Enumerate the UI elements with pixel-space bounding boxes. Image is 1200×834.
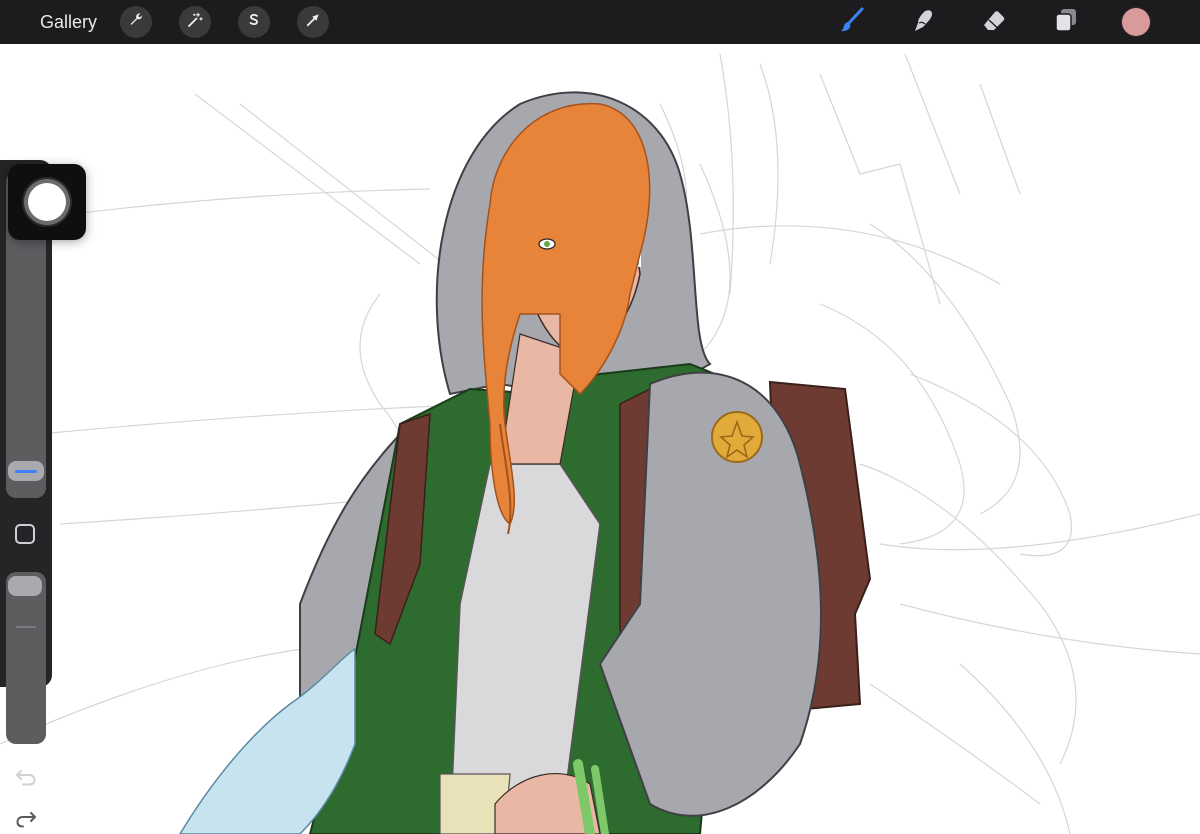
artwork xyxy=(0,53,1200,834)
brush-opacity-slider[interactable] xyxy=(6,572,46,744)
selection-s-icon xyxy=(245,11,263,34)
brush-preview-icon xyxy=(28,183,66,221)
undo-button[interactable] xyxy=(12,766,40,790)
brush-preview-popover[interactable] xyxy=(8,164,86,240)
badge xyxy=(711,411,763,463)
arrow-cursor-icon xyxy=(304,11,322,34)
brush-tool-button[interactable] xyxy=(836,6,868,38)
undo-icon xyxy=(15,766,37,791)
magic-wand-icon xyxy=(186,11,204,34)
brush-opacity-handle[interactable] xyxy=(8,576,42,596)
smudge-finger-icon xyxy=(909,6,937,39)
redo-icon xyxy=(15,808,37,833)
layers-icon xyxy=(1052,6,1080,39)
color-picker-button[interactable] xyxy=(1122,8,1150,36)
wrench-icon xyxy=(127,11,145,34)
eraser-icon xyxy=(980,6,1008,39)
drawing-canvas[interactable] xyxy=(0,44,1200,834)
layers-button[interactable] xyxy=(1050,6,1082,38)
modify-button[interactable] xyxy=(15,524,35,544)
selection-button[interactable] xyxy=(238,6,270,38)
transform-button[interactable] xyxy=(297,6,329,38)
eraser-tool-button[interactable] xyxy=(978,6,1010,38)
brush-icon xyxy=(838,6,866,39)
redo-button[interactable] xyxy=(12,808,40,832)
actions-button[interactable] xyxy=(120,6,152,38)
adjustments-button[interactable] xyxy=(179,6,211,38)
smudge-tool-button[interactable] xyxy=(907,6,939,38)
brush-size-handle[interactable] xyxy=(8,461,44,481)
top-toolbar: Gallery xyxy=(0,0,1200,44)
gallery-button[interactable]: Gallery xyxy=(40,11,97,33)
